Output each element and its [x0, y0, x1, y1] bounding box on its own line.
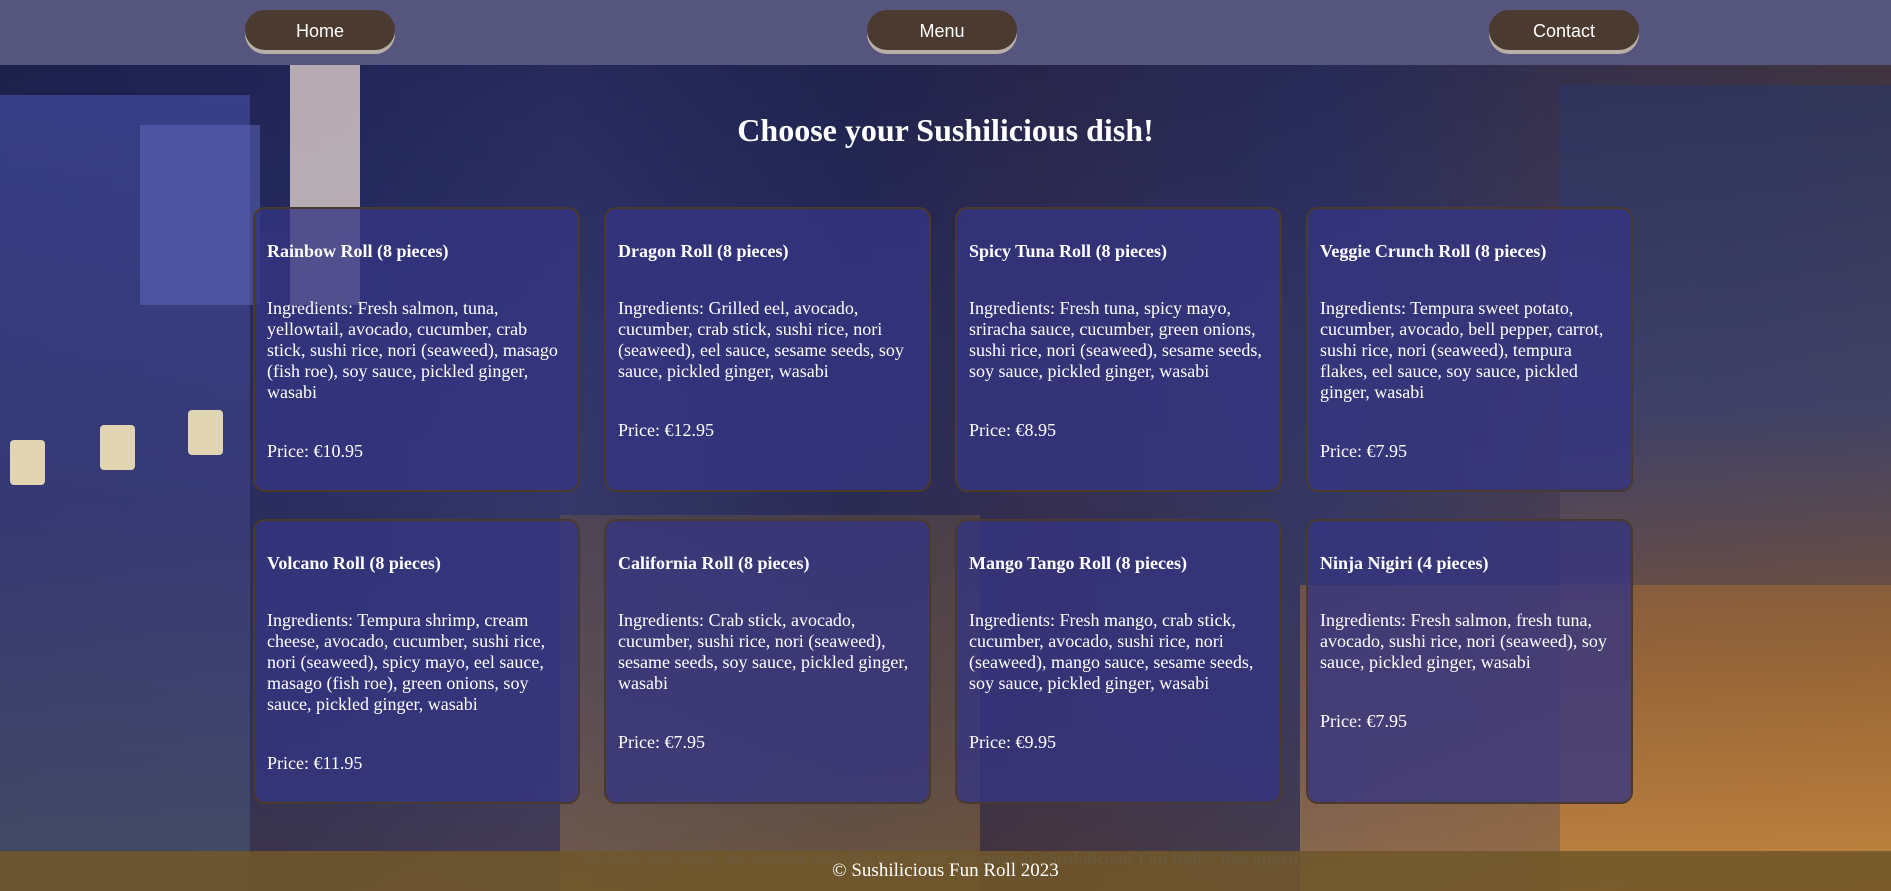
dish-ingredients: Ingredients: Grilled eel, avocado, cucum… — [618, 298, 904, 381]
dish-card: Dragon Roll (8 pieces) Ingredients: Gril… — [604, 207, 931, 492]
dish-card: Volcano Roll (8 pieces) Ingredients: Tem… — [253, 519, 580, 804]
background-lantern — [188, 410, 223, 455]
nav-menu-button[interactable]: Menu — [867, 10, 1017, 50]
dish-price: Price: €10.95 — [267, 441, 363, 461]
dish-card: Ninja Nigiri (4 pieces) Ingredients: Fre… — [1306, 519, 1633, 804]
dish-name: Spicy Tuna Roll (8 pieces) — [969, 241, 1168, 261]
dish-card: California Roll (8 pieces) Ingredients: … — [604, 519, 931, 804]
background-lantern — [100, 425, 135, 470]
dish-ingredients: Ingredients: Tempura sweet potato, cucum… — [1320, 298, 1604, 402]
dish-name: Volcano Roll (8 pieces) — [267, 553, 441, 573]
background-window — [140, 125, 260, 305]
dish-card: Mango Tango Roll (8 pieces) Ingredients:… — [955, 519, 1282, 804]
dish-price: Price: €7.95 — [1320, 441, 1407, 461]
dish-card: Spicy Tuna Roll (8 pieces) Ingredients: … — [955, 207, 1282, 492]
dish-name: Ninja Nigiri (4 pieces) — [1320, 553, 1489, 573]
dish-ingredients: Ingredients: Fresh mango, crab stick, cu… — [969, 610, 1254, 693]
nav-contact-button[interactable]: Contact — [1489, 10, 1639, 50]
footer-copyright: © Sushilicious Fun Roll 2023 — [832, 860, 1059, 881]
dish-price: Price: €7.95 — [618, 732, 705, 752]
dish-name: Veggie Crunch Roll (8 pieces) — [1320, 241, 1547, 261]
nav-home-button[interactable]: Home — [245, 10, 395, 50]
dish-ingredients: Ingredients: Tempura shrimp, cream chees… — [267, 610, 546, 714]
dish-name: Rainbow Roll (8 pieces) — [267, 241, 449, 261]
dish-name: California Roll (8 pieces) — [618, 553, 810, 573]
background-lantern — [10, 440, 45, 485]
dish-price: Price: €8.95 — [969, 420, 1056, 440]
dish-name: Mango Tango Roll (8 pieces) — [969, 553, 1188, 573]
dish-ingredients: Ingredients: Crab stick, avocado, cucumb… — [618, 610, 909, 693]
dish-price: Price: €11.95 — [267, 753, 363, 773]
dish-card: Rainbow Roll (8 pieces) Ingredients: Fre… — [253, 207, 580, 492]
dish-ingredients: Ingredients: Fresh salmon, fresh tuna, a… — [1320, 610, 1607, 672]
dish-card: Veggie Crunch Roll (8 pieces) Ingredient… — [1306, 207, 1633, 492]
top-navbar: Home Menu Contact — [0, 0, 1891, 65]
dish-ingredients: Ingredients: Fresh salmon, tuna, yellowt… — [267, 298, 558, 402]
dish-name: Dragon Roll (8 pieces) — [618, 241, 789, 261]
dish-price: Price: €7.95 — [1320, 711, 1407, 731]
dish-grid: Rainbow Roll (8 pieces) Ingredients: Fre… — [253, 207, 1633, 804]
dish-price: Price: €12.95 — [618, 420, 714, 440]
dish-ingredients: Ingredients: Fresh tuna, spicy mayo, sri… — [969, 298, 1262, 381]
dish-price: Price: €9.95 — [969, 732, 1056, 752]
page-title: Choose your Sushilicious dish! — [737, 112, 1154, 148]
